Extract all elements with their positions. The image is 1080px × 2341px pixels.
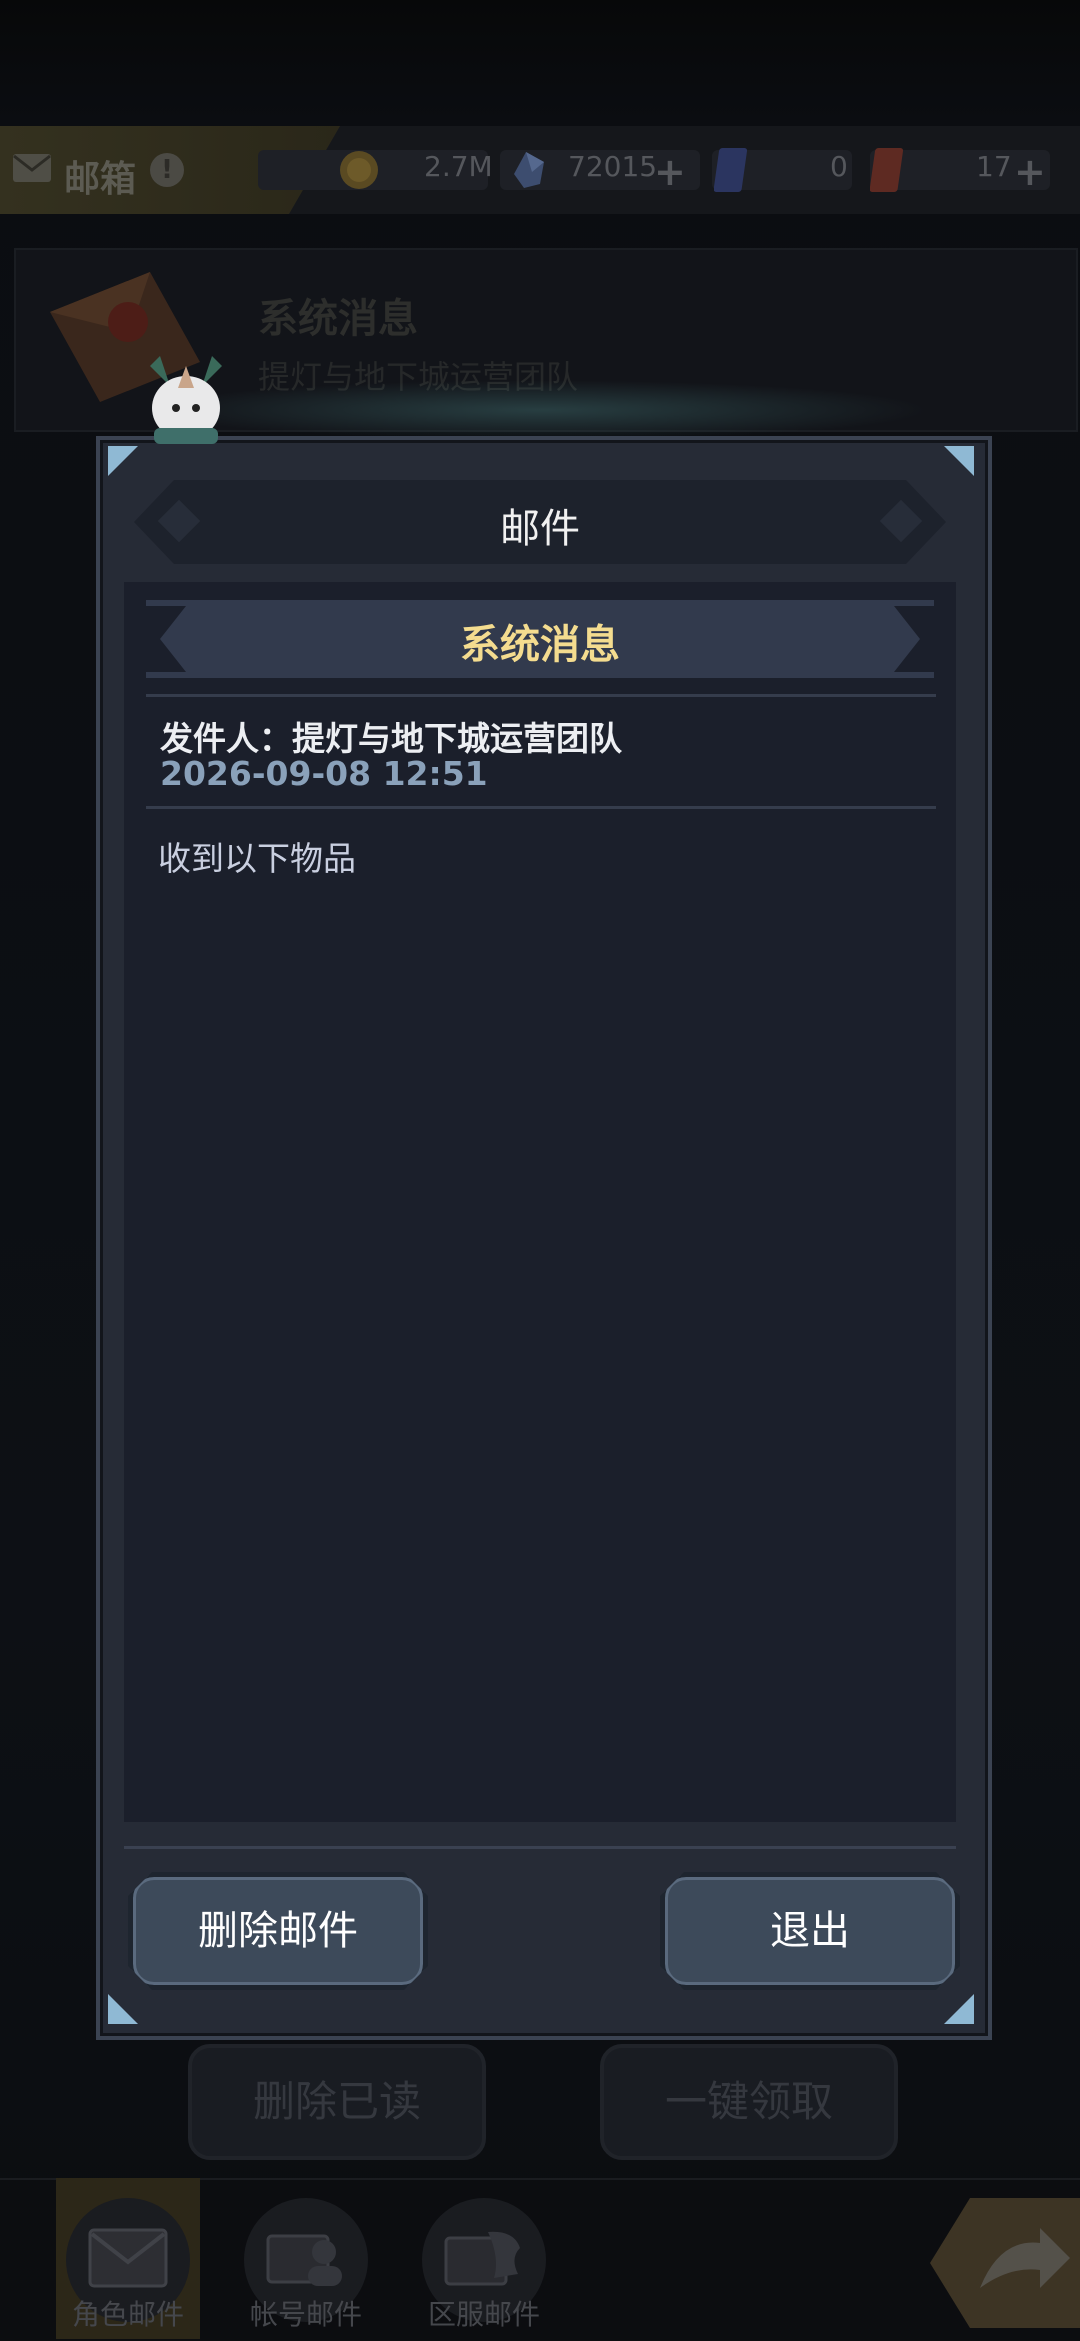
ticket-card-icon (714, 148, 748, 192)
nav-label: 区服邮件 (427, 2298, 540, 2331)
gold-coin-icon (340, 151, 378, 189)
corner-ornament-icon (944, 1994, 974, 2024)
mail-item-title: 系统消息 (258, 296, 418, 342)
add-crystal-button[interactable]: + (654, 150, 686, 194)
server-mail-icon (444, 2231, 520, 2286)
sender-line: 发件人：提灯与地下城运营团队 (160, 719, 622, 758)
ticket-value: 0 (830, 150, 848, 183)
crystal-value: 72015 (568, 150, 658, 183)
mascot-avatar (150, 356, 222, 444)
mail-icon (13, 154, 51, 182)
goldcard-value: 17 (976, 150, 1012, 183)
alert-badge: ! (150, 153, 184, 187)
envelope-icon (88, 2228, 168, 2288)
dialog-title: 邮件 (500, 506, 580, 552)
modal-glow (150, 380, 930, 440)
corner-ornament-icon (108, 446, 138, 476)
divider (146, 806, 936, 809)
claim-all-button[interactable]: 一键领取 (600, 2044, 898, 2160)
subject-title: 系统消息 (460, 622, 620, 668)
mail-body: 收到以下物品 (158, 839, 356, 878)
add-goldcard-button[interactable]: + (1014, 150, 1046, 194)
nav-label: 帐号邮件 (249, 2298, 362, 2331)
nav-tab-character-mail[interactable]: 角色邮件 (56, 2178, 200, 2339)
corner-ornament-icon (108, 1994, 138, 2024)
next-arrow-button[interactable] (930, 2188, 1080, 2338)
gold-card-icon (870, 148, 904, 192)
mail-datetime: 2026-09-08 12:51 (160, 754, 488, 793)
nav-tab-server-mail[interactable]: 区服邮件 (412, 2178, 556, 2339)
nav-tab-account-mail[interactable]: 帐号邮件 (234, 2178, 378, 2339)
gold-value: 2.7M (424, 150, 493, 183)
divider (146, 694, 936, 697)
footer-divider (124, 1846, 956, 1849)
account-mail-icon (266, 2234, 342, 2286)
delete-read-button[interactable]: 删除已读 (188, 2044, 486, 2160)
corner-ornament-icon (944, 446, 974, 476)
mailbox-title: 邮箱 (64, 159, 137, 200)
crystal-icon (514, 152, 544, 188)
nav-label: 角色邮件 (71, 2298, 184, 2331)
delete-mail-button[interactable]: 删除邮件 (128, 1872, 428, 1990)
exit-button[interactable]: 退出 (660, 1872, 960, 1990)
